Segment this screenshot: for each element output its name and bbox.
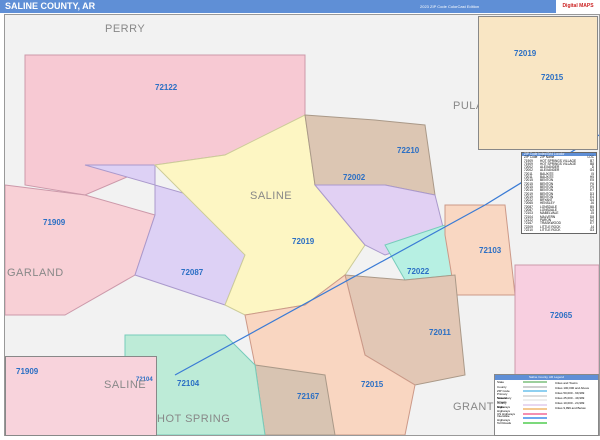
zip-label: 72104 bbox=[177, 379, 200, 388]
inset-map-north: 72019 72015 bbox=[478, 16, 598, 150]
header-bar: SALINE COUNTY, AR 2023 ZIP Code ColorCas… bbox=[0, 0, 600, 13]
table-row: 72210 LITTLE ROCK G3 bbox=[524, 227, 594, 232]
zip-index-table: ZIP Code Index/Grid Locator ZIP Code ZIP … bbox=[521, 152, 597, 234]
zip-label: 71909 bbox=[43, 218, 66, 227]
zip-label: 72015 bbox=[361, 380, 384, 389]
zip-area-72210 bbox=[304, 114, 436, 196]
zip-label: 72019 bbox=[514, 49, 537, 58]
inset-map-south: 71909 72104 SALINE bbox=[5, 356, 157, 436]
zip-area-72065 bbox=[514, 264, 600, 376]
zip-label: 72011 bbox=[429, 328, 451, 337]
zip-label: 72122 bbox=[155, 83, 178, 92]
map-title: SALINE COUNTY, AR bbox=[5, 1, 96, 11]
edition-label: 2023 ZIP Code ColorCast Edition bbox=[420, 4, 480, 9]
county-label: PERRY bbox=[105, 23, 146, 35]
zip-label: 72002 bbox=[343, 173, 366, 182]
zip-label: 72022 bbox=[407, 267, 430, 276]
county-label: SALINE bbox=[250, 190, 293, 202]
zip-label: 72019 bbox=[292, 237, 315, 246]
county-label: SALINE bbox=[104, 379, 147, 391]
legend-city-class: Cities 9,999 and Below bbox=[555, 406, 586, 410]
zip-label: 72087 bbox=[181, 268, 204, 277]
county-label: GRANT bbox=[453, 401, 494, 413]
zip-label: 72015 bbox=[541, 73, 564, 82]
zip-label: 72167 bbox=[297, 392, 320, 401]
zip-label: 72210 bbox=[397, 146, 420, 155]
zip-label: 71909 bbox=[16, 367, 39, 376]
county-label: GARLAND bbox=[7, 267, 64, 279]
map-legend: Saline County, AR Legend State County ZIP … bbox=[494, 374, 599, 436]
zip-label: 72065 bbox=[550, 311, 573, 320]
zip-label: 72103 bbox=[479, 246, 502, 255]
county-label: HOT SPRING bbox=[157, 413, 231, 425]
publisher-logo: Digital MAPS bbox=[556, 0, 600, 13]
legend-item: Toll Roads bbox=[495, 421, 555, 426]
zip-area-72167 bbox=[254, 364, 336, 436]
